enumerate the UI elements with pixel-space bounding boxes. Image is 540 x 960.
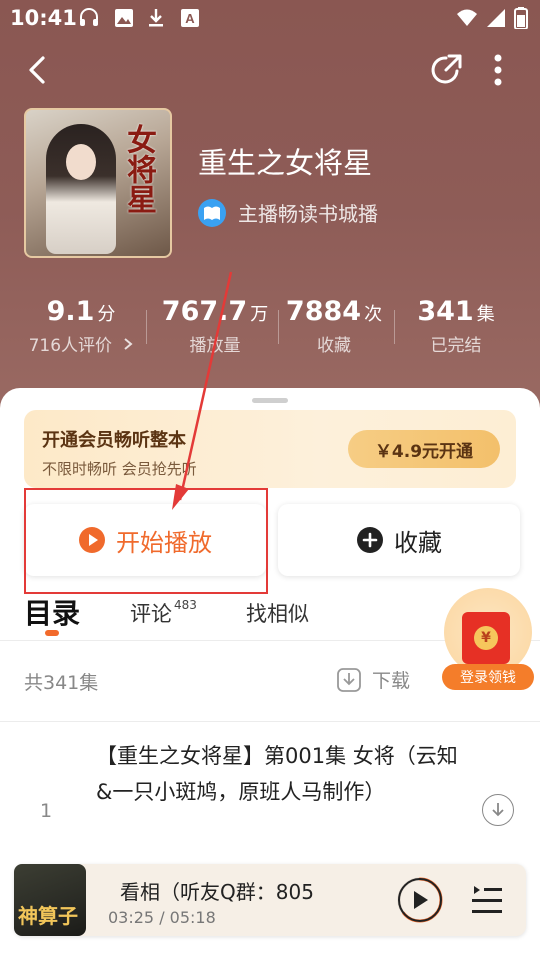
episode-count: 共341集: [24, 672, 99, 694]
anchor-name: 主播畅读书城播: [238, 202, 378, 226]
player-cover-art: 神算子: [18, 904, 78, 928]
player-play-button[interactable]: [398, 878, 442, 922]
vip-title: 开通会员畅听整本: [42, 430, 186, 451]
stat-rating[interactable]: 9.1 分 716人评价: [20, 296, 142, 356]
tab-similar[interactable]: 找相似: [246, 598, 309, 628]
favorites-value: 7884: [285, 296, 362, 327]
stat-divider: [146, 310, 147, 344]
login-reward-widget[interactable]: ¥ 登录领钱: [442, 588, 534, 702]
episode-download-button[interactable]: [482, 794, 514, 826]
cover-face: [66, 144, 96, 180]
chevron-left-icon: [29, 56, 45, 84]
sheet-drag-handle[interactable]: [252, 398, 288, 403]
vip-subtitle: 不限时畅听 会员抢先听: [42, 460, 197, 478]
stat-plays: 767.7 万 播放量: [154, 296, 276, 356]
coin-icon: ¥: [474, 626, 498, 650]
stat-divider: [394, 310, 395, 344]
vip-subscribe-button[interactable]: ￥4.9元开通: [348, 430, 500, 468]
plus-circle-icon: [357, 527, 383, 553]
vip-banner[interactable]: 开通会员畅听整本 不限时畅听 会员抢先听 ￥4.9元开通: [24, 410, 516, 488]
favorite-button[interactable]: 收藏: [278, 504, 520, 576]
download-label: 下载: [372, 670, 411, 692]
plays-label: 播放量: [189, 336, 241, 356]
active-tab-indicator: [45, 630, 59, 636]
wifi-icon: [457, 9, 477, 26]
stat-favorites: 7884 次 收藏: [278, 296, 390, 356]
stats-row: 9.1 分 716人评价 767.7 万 播放量 7884 次 收藏 341 集 已完结: [20, 296, 520, 360]
signal-icon: [487, 9, 505, 27]
stat-episodes: 341 集 已完结: [402, 296, 510, 356]
plays-value: 767.7: [161, 296, 248, 327]
player-track-time: 03:25 / 05:18: [108, 908, 216, 927]
favorite-label: 收藏: [394, 528, 442, 557]
plays-unit: 万: [250, 304, 269, 325]
tab-comments[interactable]: 评论 483: [130, 598, 197, 628]
download-status-icon: [146, 8, 168, 28]
favorites-unit: 次: [364, 304, 383, 325]
chevron-right-icon: [124, 338, 133, 350]
book-title: 重生之女将星: [198, 146, 373, 180]
login-reward-label: 登录领钱: [442, 664, 534, 690]
tab-similar-label: 找相似: [246, 602, 309, 626]
download-icon: [337, 667, 361, 692]
episodes-unit: 集: [476, 304, 495, 325]
cover-title-art: 女将星: [121, 124, 156, 214]
rating-count: 716人评价: [28, 336, 113, 356]
download-arrow-icon: [492, 803, 504, 817]
comments-count-badge: 483: [174, 598, 197, 612]
episode-title: 【重生之女将星】第001集 女将（云知&一只小斑鸠，原班人马制作）: [96, 744, 458, 804]
status-time: 10:41: [10, 6, 77, 30]
book-anchor-icon: [198, 198, 226, 227]
list-item[interactable]: 1 【重生之女将星】第001集 女将（云知&一只小斑鸠，原班人马制作）: [0, 722, 540, 862]
font-icon: A: [180, 8, 202, 28]
more-button[interactable]: [476, 48, 520, 92]
anchor-row[interactable]: 主播畅读书城播: [198, 198, 378, 227]
tab-catalog-label: 目录: [24, 597, 81, 630]
share-icon: [431, 54, 462, 84]
mini-player[interactable]: 神算子 看相（听友Q群：805 03:25 / 05:18: [14, 864, 526, 936]
episodes-value: 341: [417, 296, 474, 327]
rating-unit: 分: [97, 304, 116, 325]
back-button[interactable]: [16, 48, 60, 92]
more-vertical-icon: [494, 54, 502, 86]
play-icon: [414, 891, 428, 909]
status-right: [456, 7, 528, 29]
svg-text:A: A: [185, 11, 195, 26]
player-cover: 神算子: [14, 864, 86, 936]
annotation-highlight-box: [24, 488, 268, 594]
headset-icon: [78, 8, 100, 28]
battery-icon: [514, 7, 528, 29]
tab-comments-label: 评论: [130, 602, 172, 626]
favorites-label: 收藏: [317, 336, 351, 356]
download-button[interactable]: 下载: [336, 666, 410, 693]
playlist-icon[interactable]: [470, 882, 504, 918]
player-track-title: 看相（听友Q群：805: [120, 880, 314, 904]
episodes-label: 已完结: [430, 336, 482, 356]
episode-index: 1: [40, 800, 53, 822]
image-icon: [114, 8, 136, 28]
book-cover: 女将星: [24, 108, 172, 258]
share-button[interactable]: [424, 48, 468, 92]
status-bar: 10:41 A: [0, 0, 540, 36]
tab-catalog[interactable]: 目录: [24, 592, 80, 632]
rating-value: 9.1: [46, 296, 95, 327]
